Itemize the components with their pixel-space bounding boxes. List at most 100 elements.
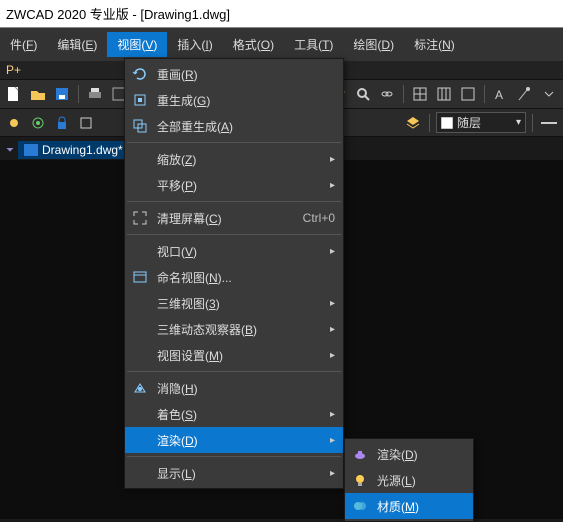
menu-label: 重生成(G) <box>157 92 335 109</box>
menu-format[interactable]: 格式(O) <box>223 32 284 57</box>
submenu-arrow-icon: ▸ <box>330 246 335 257</box>
material-icon <box>349 495 371 517</box>
square-icon[interactable] <box>76 113 96 133</box>
search-icon[interactable] <box>353 84 373 104</box>
menu-shortcut: Ctrl+0 <box>303 211 335 225</box>
blank-icon <box>129 148 151 170</box>
regen-icon <box>129 89 151 111</box>
blank-icon <box>129 292 151 314</box>
teapot-icon <box>349 443 371 465</box>
menu-edit[interactable]: 编辑(E) <box>47 32 107 57</box>
blank-icon <box>129 429 151 451</box>
submenu-arrow-icon: ▸ <box>330 180 335 191</box>
lightbulb-icon <box>349 469 371 491</box>
menu-item-render[interactable]: 渲染(D) ▸ <box>125 427 343 453</box>
save-icon[interactable] <box>52 84 72 104</box>
menu-draw[interactable]: 绘图(D) <box>343 32 404 57</box>
menu-label: 命名视图(N)... <box>157 269 335 286</box>
menu-label: 全部重生成(A) <box>157 118 335 135</box>
print-icon[interactable] <box>85 84 105 104</box>
menu-label: 材质(M) <box>377 498 465 515</box>
menu-label: 缩放(Z) <box>157 151 312 168</box>
separator <box>403 85 404 103</box>
swatch-icon <box>441 117 453 129</box>
regenall-icon <box>129 115 151 137</box>
submenu-arrow-icon: ▸ <box>330 154 335 165</box>
blank-icon <box>129 403 151 425</box>
menu-item-hide[interactable]: 消隐(H) <box>125 375 343 401</box>
lock-icon[interactable] <box>52 113 72 133</box>
menu-item-viewsettings[interactable]: 视图设置(M) ▸ <box>125 342 343 368</box>
menu-label: 消隐(H) <box>157 380 335 397</box>
menu-item-regen[interactable]: 重生成(G) <box>125 87 343 113</box>
menu-label: 重画(R) <box>157 66 335 83</box>
submenu-arrow-icon: ▸ <box>330 324 335 335</box>
doc-tab-label: Drawing1.dwg* <box>42 143 123 157</box>
separator <box>484 85 485 103</box>
menu-label: 显示(L) <box>157 465 312 482</box>
svg-text:A: A <box>495 88 503 102</box>
menu-item-shade[interactable]: 着色(S) ▸ <box>125 401 343 427</box>
menu-item-cleanscreen[interactable]: 清理屏幕(C) Ctrl+0 <box>125 205 343 231</box>
menu-view[interactable]: 视图(V) <box>107 32 167 57</box>
render-submenu: 渲染(D) 光源(L) 材质(M) <box>344 438 474 522</box>
sun-icon[interactable] <box>4 113 24 133</box>
submenu-arrow-icon: ▸ <box>330 350 335 361</box>
menu-bar: 件(F) 编辑(E) 视图(V) 插入(I) 格式(O) 工具(T) 绘图(D)… <box>0 28 563 61</box>
layer-combo[interactable]: 随层 ▾ <box>436 112 526 133</box>
menu-tools[interactable]: 工具(T) <box>284 32 343 57</box>
layer-combo-label: 随层 <box>457 114 481 131</box>
menu-item-3dorbit[interactable]: 三维动态观察器(B) ▸ <box>125 316 343 342</box>
chevron-down-icon: ▾ <box>516 117 521 128</box>
menu-label: 渲染(D) <box>157 432 312 449</box>
blank-icon <box>129 174 151 196</box>
submenu-item-render[interactable]: 渲染(D) <box>345 441 473 467</box>
menu-file[interactable]: 件(F) <box>0 32 47 57</box>
menu-label: 渲染(D) <box>377 446 465 463</box>
layer-manager-icon[interactable] <box>403 113 423 133</box>
menu-insert[interactable]: 插入(I) <box>167 32 222 57</box>
menu-label: 三维视图(3) <box>157 295 312 312</box>
leader-icon[interactable] <box>515 84 535 104</box>
blank-icon <box>129 240 151 262</box>
title-bar: ZWCAD 2020 专业版 - [Drawing1.dwg] <box>0 0 563 28</box>
menu-item-namedview[interactable]: 命名视图(N)... <box>125 264 343 290</box>
menu-item-pan[interactable]: 平移(P) ▸ <box>125 172 343 198</box>
menu-item-regenall[interactable]: 全部重生成(A) <box>125 113 343 139</box>
menu-label: 清理屏幕(C) <box>157 210 279 227</box>
grid3-icon[interactable] <box>458 84 478 104</box>
submenu-arrow-icon: ▸ <box>330 409 335 420</box>
menu-dimension[interactable]: 标注(N) <box>404 32 465 57</box>
submenu-item-light[interactable]: 光源(L) <box>345 467 473 493</box>
open-icon[interactable] <box>28 84 48 104</box>
dropdown-icon[interactable] <box>539 84 559 104</box>
redraw-icon <box>129 63 151 85</box>
app-title: ZWCAD 2020 专业版 - [Drawing1.dwg] <box>6 7 230 22</box>
menu-label: 平移(P) <box>157 177 312 194</box>
blank-icon <box>129 344 151 366</box>
menu-divider <box>127 234 341 235</box>
menu-divider <box>127 201 341 202</box>
submenu-item-material[interactable]: 材质(M) <box>345 493 473 519</box>
menu-label: 光源(L) <box>377 472 465 489</box>
menu-item-redraw[interactable]: 重画(R) <box>125 61 343 87</box>
submenu-arrow-icon: ▸ <box>330 298 335 309</box>
submenu-arrow-icon: ▸ <box>330 435 335 446</box>
link-icon[interactable] <box>377 84 397 104</box>
line-style-icon[interactable] <box>539 113 559 133</box>
new-icon[interactable] <box>4 84 24 104</box>
chevron-down-icon[interactable]: ⏷ <box>6 145 14 156</box>
fullscreen-icon <box>129 207 151 229</box>
separator <box>429 114 430 132</box>
text-style-icon[interactable]: A <box>491 84 511 104</box>
menu-item-display[interactable]: 显示(L) ▸ <box>125 460 343 486</box>
gear-icon[interactable] <box>28 113 48 133</box>
separator <box>532 114 533 132</box>
doc-tab[interactable]: Drawing1.dwg* <box>18 141 129 159</box>
dwg-file-icon <box>24 144 38 156</box>
grid2-icon[interactable] <box>434 84 454 104</box>
grid1-icon[interactable] <box>410 84 430 104</box>
menu-item-zoom[interactable]: 缩放(Z) ▸ <box>125 146 343 172</box>
menu-item-3dview[interactable]: 三维视图(3) ▸ <box>125 290 343 316</box>
menu-item-viewport[interactable]: 视口(V) ▸ <box>125 238 343 264</box>
